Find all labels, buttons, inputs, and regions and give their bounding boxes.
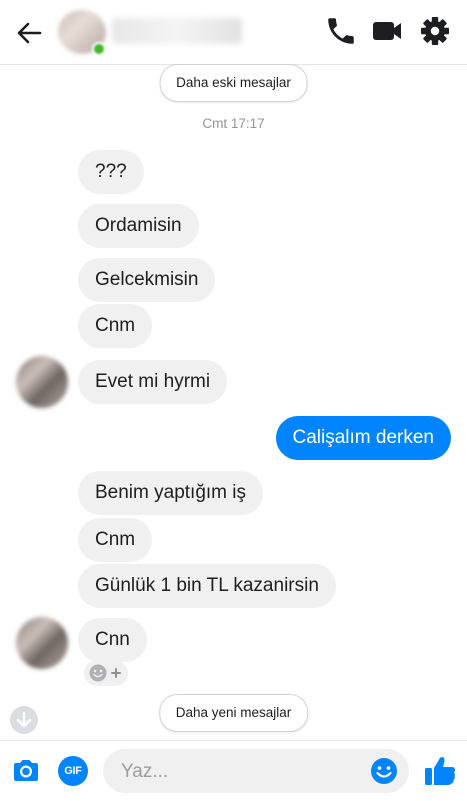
message-bubble[interactable]: ??? <box>78 150 144 194</box>
camera-button[interactable] <box>10 755 42 787</box>
back-button[interactable] <box>14 18 44 48</box>
sender-avatar[interactable] <box>16 356 68 408</box>
add-reaction-button[interactable] <box>84 660 128 686</box>
message-bubble[interactable]: Ordamisin <box>78 204 199 248</box>
like-button[interactable] <box>422 753 458 789</box>
message-bubble[interactable]: Gelcekmisin <box>78 258 216 302</box>
sender-avatar[interactable] <box>16 617 68 669</box>
message-bubble[interactable]: Cnm <box>78 304 153 348</box>
emoji-add-icon <box>89 664 121 682</box>
gif-button[interactable]: GIF <box>58 756 88 786</box>
arrow-left-icon <box>17 22 42 44</box>
emoji-button[interactable] <box>369 756 399 786</box>
message-bubble[interactable]: Günlük 1 bin TL kazanirsin <box>78 564 336 608</box>
contact-name[interactable] <box>112 18 242 44</box>
message-composer: GIF <box>0 740 467 801</box>
phone-icon <box>328 18 354 44</box>
arrow-down-icon <box>16 711 32 728</box>
call-button[interactable] <box>324 14 358 48</box>
scroll-down-button[interactable] <box>10 706 38 734</box>
message-bubble[interactable]: Evet mi hyrmi <box>78 360 228 404</box>
message-bubble[interactable]: Cnn <box>78 618 147 662</box>
message-input-container <box>103 749 409 795</box>
video-camera-icon <box>373 22 401 40</box>
video-call-button[interactable] <box>370 14 404 48</box>
emoji-icon <box>371 758 397 784</box>
settings-button[interactable] <box>418 14 452 48</box>
message-bubble[interactable]: Benim yaptığım iş <box>78 471 263 515</box>
older-messages-button[interactable]: Daha eski mesajlar <box>159 64 308 102</box>
thumbs-up-icon <box>425 757 455 785</box>
conversation-header <box>0 0 467 65</box>
online-indicator <box>92 42 106 56</box>
message-timestamp: Cmt 17:17 <box>202 116 265 131</box>
newer-messages-button[interactable]: Daha yeni mesajlar <box>158 694 309 732</box>
gear-icon <box>421 17 449 45</box>
outgoing-message-bubble[interactable]: Calişalım derken <box>275 416 451 460</box>
camera-icon <box>14 760 38 781</box>
message-bubble[interactable]: Cnm <box>78 518 153 562</box>
message-input[interactable] <box>119 749 353 795</box>
